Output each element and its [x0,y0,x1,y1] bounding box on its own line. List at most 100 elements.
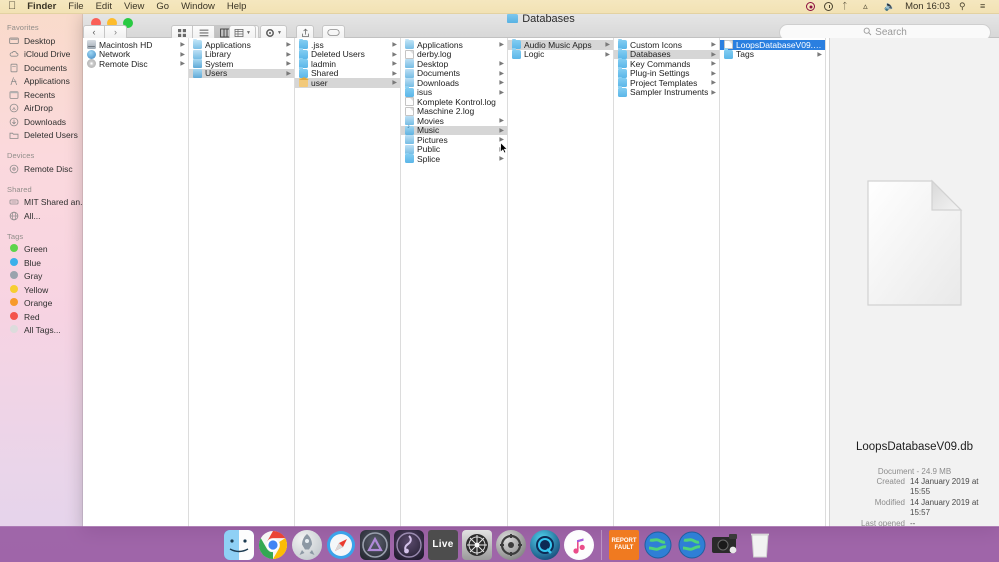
column-row-public[interactable]: Public ▶ [401,144,507,154]
column-row-audio-music-apps[interactable]: Audio Music Apps ▶ [508,38,613,50]
dock-item-quicktime[interactable] [530,530,560,560]
column-row-project-templates[interactable]: Project Templates ▶ [614,76,719,88]
dock-item-globe-two[interactable] [677,530,707,560]
column-row-pictures[interactable]: Pictures ▶ [401,135,507,145]
dock-item-chrome[interactable] [258,530,288,560]
sidebar-item-mit-shared[interactable]: MIT Shared an... [0,196,87,210]
column-row-derby-log[interactable]: derby.log [401,49,507,59]
sidebar-item-recents[interactable]: Recents [0,88,83,102]
dock-item-ableton-live[interactable]: Live [428,530,458,560]
dock-item-logic-pro[interactable] [462,530,492,560]
sidebar-item-documents[interactable]: Documents [0,61,83,75]
column-row-komplete-kontrol-log[interactable]: Komplete Kontrol.log [401,97,507,107]
column-row-desktop[interactable]: Desktop ▶ [401,59,507,69]
record-icon[interactable] [806,2,816,11]
dock-item-sibelius[interactable] [394,530,424,560]
row-label: Sampler Instruments [630,87,709,98]
column-row-shared[interactable]: Shared ▶ [295,67,400,78]
column-row-jss[interactable]: .jss ▶ [295,38,400,50]
column-row-system[interactable]: System ▶ [189,59,294,69]
sidebar-item-applications[interactable]: Applications [0,75,83,89]
sidebar-item-icloud-drive[interactable]: iCloud Drive [0,48,83,62]
column-row-music[interactable]: Music ▶ [401,124,507,135]
menu-item-help[interactable]: Help [227,1,247,12]
column-row-isus[interactable]: isus ▶ [401,86,507,97]
spotlight-search-icon[interactable]: ⚲ [959,2,968,11]
dock-item-trash[interactable] [745,530,775,560]
dock-item-report-fault[interactable]: REPORT FAULT [609,530,639,560]
sidebar-item-downloads[interactable]: Downloads [0,115,83,129]
sidebar-item-all-shared[interactable]: All... [0,209,83,223]
menubar-clock[interactable]: Mon 16:03 [905,1,950,12]
column-row-tags[interactable]: Tags ▶ [720,48,825,59]
tag-dot-icon [9,284,19,295]
sidebar-item-deleted-users[interactable]: Deleted Users [0,129,83,143]
row-label: LoopsDatabaseV09.db [736,39,822,50]
row-label: Audio Music Apps [524,39,592,50]
sidebar-item-airdrop[interactable]: AirDrop [0,102,83,116]
chevron-down-icon: ▼ [246,29,251,36]
chevron-right-icon: ▶ [499,118,504,125]
sidebar-item-label: Desktop [24,35,56,46]
column-row-custom-icons[interactable]: Custom Icons ▶ [614,38,719,50]
sidebar-tag-orange[interactable]: Orange [0,297,83,311]
sidebar-tag-red[interactable]: Red [0,310,83,324]
bluetooth-icon[interactable]: ᛏ [842,2,851,11]
folder-icon [9,130,19,140]
column-row-maschine-log[interactable]: Maschine 2.log [401,106,507,117]
column-volumes: Macintosh HD ▶ Network ▶ Remote Disc ▶ [83,38,189,527]
menu-item-file[interactable]: File [68,1,83,12]
column-databases: LoopsDatabaseV09.db Tags ▶ [720,38,826,527]
column-row-sampler-instruments[interactable]: Sampler Instruments ▶ [614,86,719,98]
menu-item-view[interactable]: View [124,1,144,12]
dock-item-safari[interactable] [326,530,356,560]
sidebar-item-remote-disc[interactable]: Remote Disc [0,162,83,176]
column-row-plugin-settings[interactable]: Plug-in Settings ▶ [614,67,719,78]
column-row-applications[interactable]: Applications ▶ [189,38,294,50]
applications-folder-icon [405,38,414,50]
dock-item-pro-tools[interactable] [360,530,390,560]
menu-item-edit[interactable]: Edit [96,1,112,12]
column-row-users[interactable]: Users ▶ [189,68,294,78]
menu-item-window[interactable]: Window [181,1,215,12]
wifi-icon[interactable]: ▵ [863,2,872,11]
dock-item-globe-one[interactable] [643,530,673,560]
apple-menu-icon[interactable]:  [8,1,16,12]
column-row-documents[interactable]: Documents ▶ [401,68,507,78]
dock-item-image-capture[interactable] [711,530,741,560]
column-row-splice[interactable]: Splice ▶ [401,152,507,164]
menu-item-go[interactable]: Go [156,1,169,12]
dock-item-finder[interactable] [224,530,254,560]
column-row-deleted-users[interactable]: Deleted Users ▶ [295,48,400,59]
sidebar-item-desktop[interactable]: Desktop [0,34,83,48]
column-row-ladmin[interactable]: ladmin ▶ [295,57,400,69]
column-row-library[interactable]: Library ▶ [189,49,294,59]
dock-item-system-preferences[interactable] [496,530,526,560]
column-row-macintosh-hd[interactable]: Macintosh HD ▶ [83,40,188,50]
sidebar-tag-all[interactable]: All Tags... [0,324,83,338]
row-label: Maschine 2.log [417,106,475,117]
column-row-logic[interactable]: Logic ▶ [508,48,613,59]
column-row-applications[interactable]: Applications ▶ [401,38,507,50]
column-row-remote-disc[interactable]: Remote Disc ▶ [83,59,188,69]
dock-item-launchpad[interactable] [292,530,322,560]
column-row-downloads[interactable]: Downloads ▶ [401,78,507,88]
column-row-key-commands[interactable]: Key Commands ▶ [614,57,719,69]
menu-item-finder[interactable]: Finder [27,1,56,12]
sidebar-tag-green[interactable]: Green [0,243,83,257]
column-row-loops-database[interactable]: LoopsDatabaseV09.db [720,40,825,50]
column-row-movies[interactable]: Movies ▶ [401,116,507,126]
sidebar-tag-blue[interactable]: Blue [0,256,83,270]
volume-icon[interactable]: 🔈 [884,2,895,11]
users-folder-icon [193,68,202,78]
column-row-databases[interactable]: Databases ▶ [614,48,719,59]
column-row-user[interactable]: user ▶ [295,77,400,88]
notification-center-icon[interactable]: ≡ [980,2,989,11]
column-row-network[interactable]: Network ▶ [83,49,188,59]
sidebar-tag-yellow[interactable]: Yellow [0,283,83,297]
time-machine-icon[interactable] [824,2,834,11]
chevron-right-icon: ▶ [711,80,716,87]
sidebar-tag-gray[interactable]: Gray [0,270,83,284]
search-placeholder: Search [875,27,907,38]
dock-item-itunes[interactable] [564,530,594,560]
